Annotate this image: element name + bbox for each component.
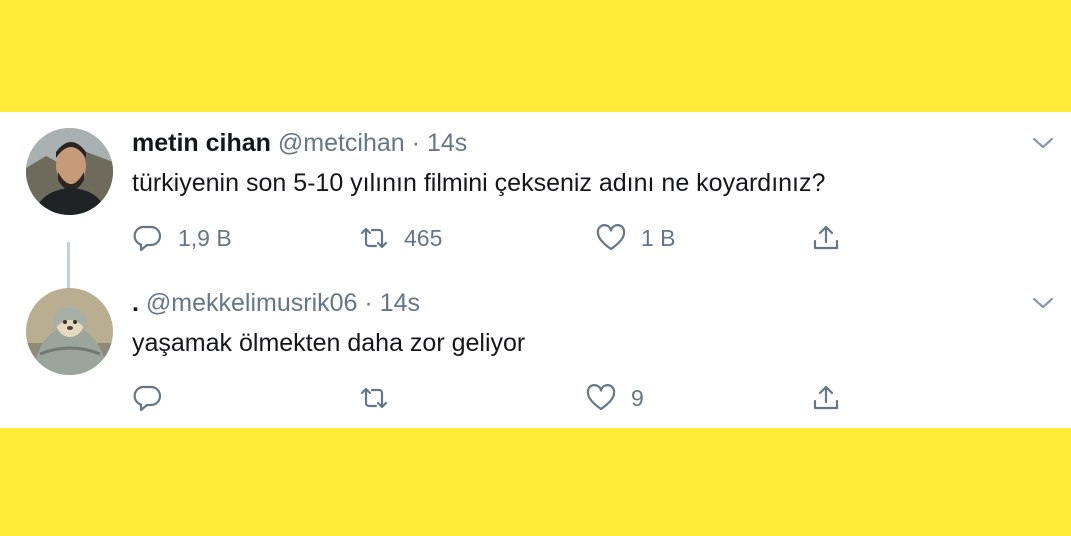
retweet-icon (360, 227, 388, 249)
tweet-thread: metin cihan @metcihan · 14s türkiyenin s… (0, 112, 1071, 428)
retweet-button[interactable]: 465 (358, 220, 442, 256)
like-icon (596, 224, 626, 251)
share-icon (813, 385, 839, 410)
like-button[interactable]: 1 B (595, 220, 676, 256)
like-count: 1 B (641, 224, 676, 251)
tweet-text: türkiyenin son 5-10 yılının filmini çeks… (132, 169, 826, 197)
separator-dot: · (364, 289, 373, 317)
timestamp[interactable]: 14s (380, 289, 420, 317)
display-name[interactable]: . (132, 289, 139, 317)
tweet-text: yaşamak ölmekten daha zor geliyor (132, 329, 526, 357)
avatar-image (26, 128, 113, 215)
chevron-down-icon[interactable] (1030, 130, 1056, 156)
retweet-count: 465 (404, 224, 443, 251)
retweet-button[interactable] (358, 380, 404, 416)
reply-icon (133, 385, 162, 412)
like-button[interactable]: 9 (585, 380, 644, 416)
avatar[interactable] (26, 288, 113, 375)
timestamp[interactable]: 14s (427, 129, 467, 157)
user-handle[interactable]: @mekkelimusrik06 (146, 289, 358, 317)
avatar[interactable] (26, 128, 113, 215)
reply-count: 1,9 B (178, 224, 232, 251)
separator-dot: · (411, 129, 420, 157)
share-button[interactable] (810, 380, 842, 416)
tweet-actions: 9 (0, 380, 1071, 416)
user-handle[interactable]: @metcihan (278, 129, 405, 157)
reply-icon (133, 225, 162, 252)
like-count: 9 (631, 384, 644, 411)
share-button[interactable] (810, 220, 842, 256)
tweet-header: metin cihan @metcihan · 14s (132, 128, 467, 158)
reply-button[interactable] (132, 380, 178, 416)
like-icon (586, 384, 616, 411)
retweet-icon (360, 387, 388, 409)
tweet-header: . @mekkelimusrik06 · 14s (132, 288, 420, 318)
reply-button[interactable]: 1,9 B (132, 220, 232, 256)
tweet-actions: 1,9 B 465 1 B (0, 220, 1071, 256)
avatar-image (26, 288, 113, 375)
share-icon (813, 225, 839, 250)
chevron-down-icon[interactable] (1030, 290, 1056, 316)
display-name[interactable]: metin cihan (132, 129, 271, 157)
